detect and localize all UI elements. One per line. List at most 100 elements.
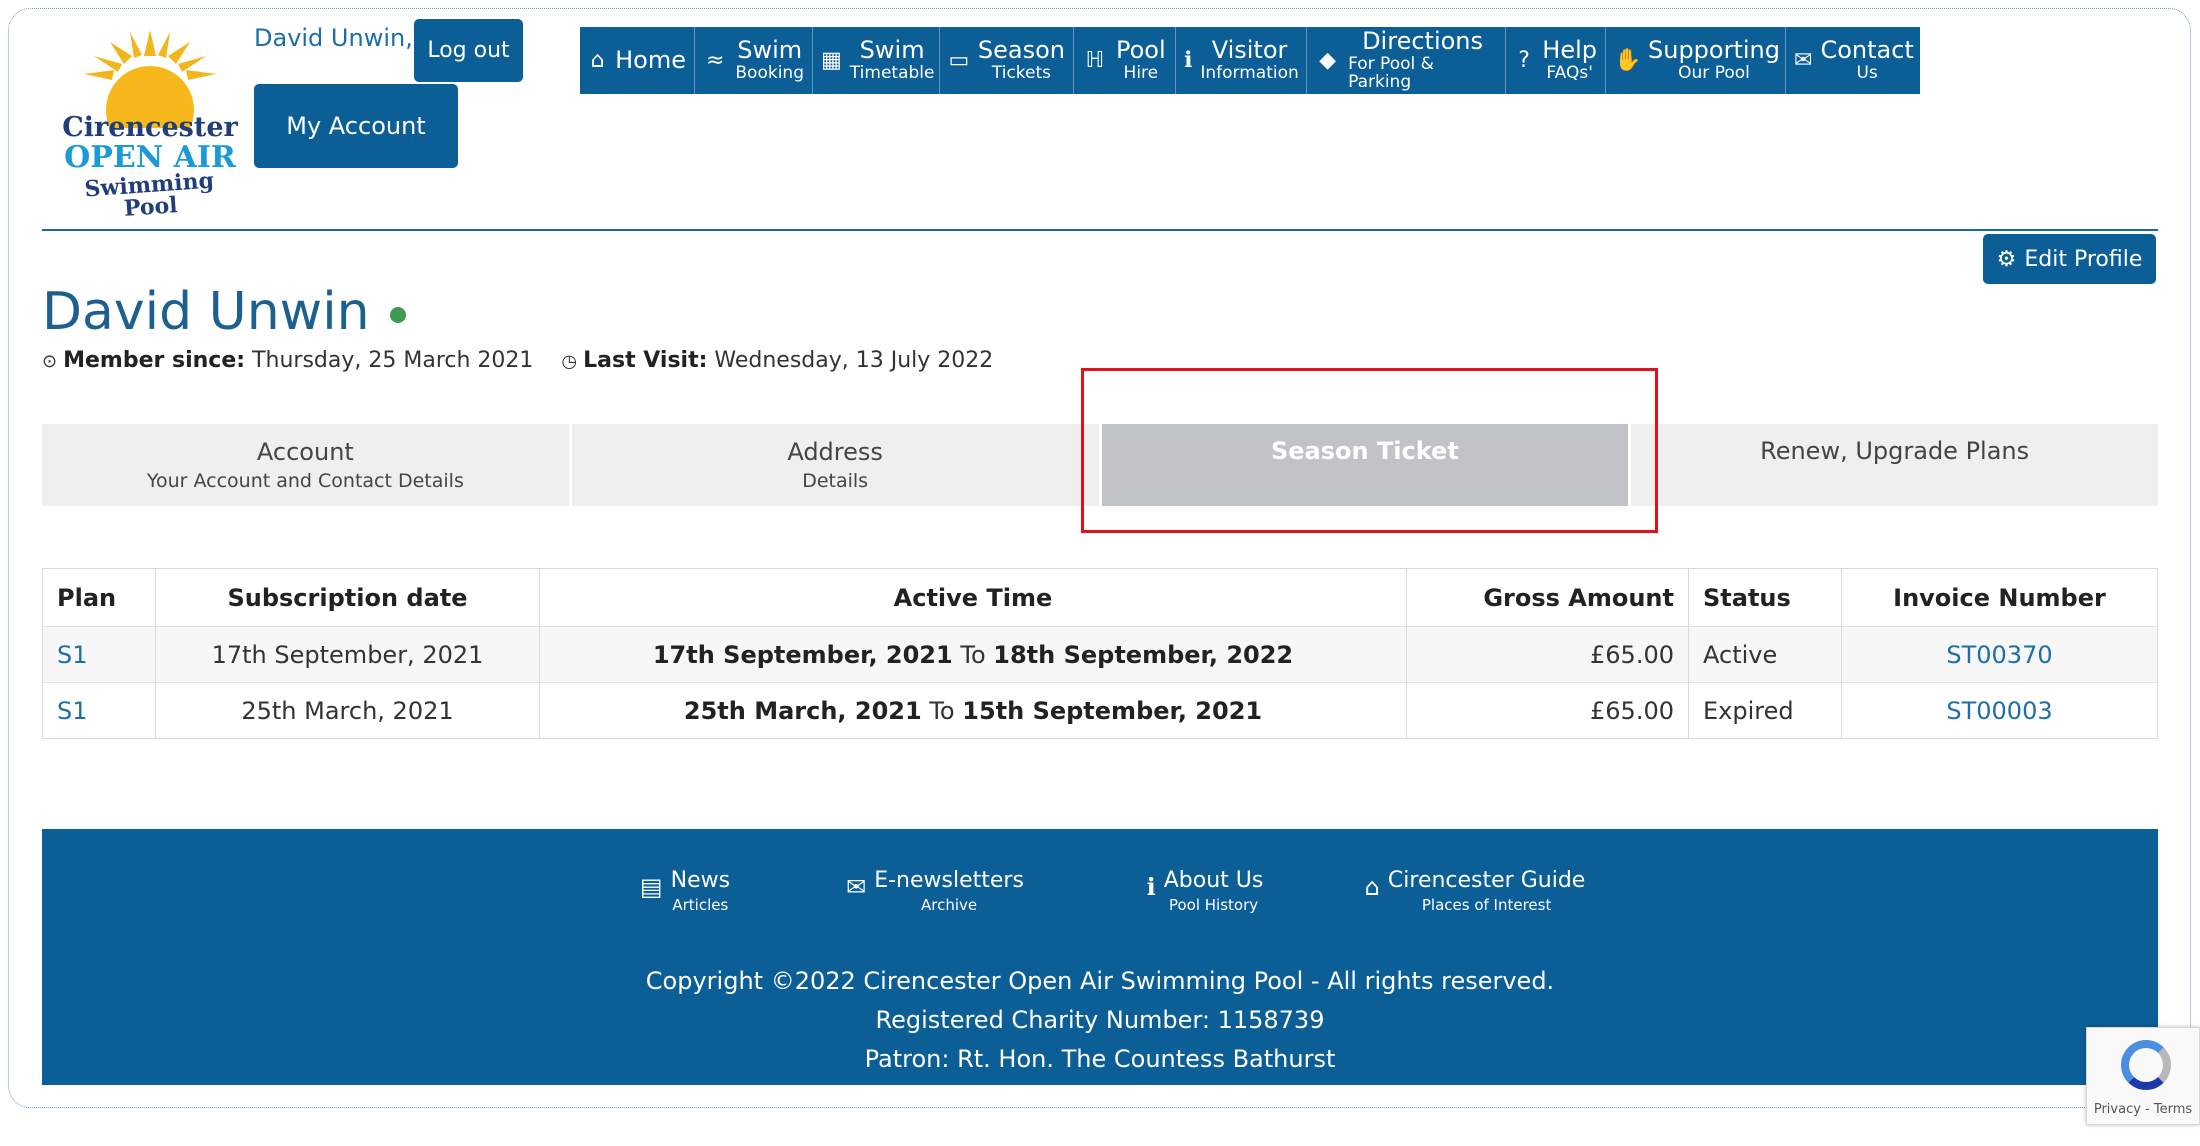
recaptcha-badge[interactable]: Privacy - Terms	[2086, 1027, 2200, 1125]
footer-link-sublabel: Archive	[920, 896, 978, 915]
profile-name-heading: David Unwin	[42, 282, 406, 342]
swimmer-icon: ≈	[705, 47, 725, 73]
nav-label: Supporting	[1648, 35, 1780, 64]
nav-label: Pool	[1116, 35, 1166, 64]
header-invoice-number: Invoice Number	[1893, 583, 2106, 612]
header-plan: Plan	[42, 568, 156, 627]
check-circle-icon: ⊙	[42, 351, 58, 372]
profile-meta: ⊙ Member since: Thursday, 25 March 2021 ◷…	[42, 348, 993, 373]
newspaper-icon: ▤	[639, 873, 663, 901]
active-to: 15th September, 2021	[962, 696, 1263, 725]
active-from: 25th March, 2021	[683, 696, 922, 725]
footer-link-sublabel: Articles	[672, 896, 729, 915]
footer-link-cirencester-guide[interactable]: ⌂ Cirencester Guide Places of Interest	[1330, 868, 1620, 915]
footer-link-news[interactable]: ▤ News Articles	[580, 868, 790, 915]
nav-sublabel: Booking	[735, 63, 804, 84]
tab-title: Renew, Upgrade Plans	[1760, 437, 2030, 465]
nav-pool-hire[interactable]: ℍ Pool Hire	[1074, 27, 1176, 94]
my-account-button[interactable]: My Account	[254, 84, 458, 168]
tab-title: Address	[787, 438, 883, 466]
envelope-icon: ✉	[1794, 47, 1813, 73]
profile-name: David Unwin	[42, 282, 370, 342]
nav-sublabel: For Pool & Parking	[1348, 54, 1434, 93]
active-time: 25th March, 2021 To 15th September, 2021	[539, 682, 1407, 739]
footer-link-sublabel: Pool History	[1168, 896, 1259, 915]
nav-label: Help	[1542, 35, 1597, 64]
status: Active	[1688, 626, 1842, 683]
online-status-icon	[389, 307, 406, 323]
member-since-label: Member since:	[63, 348, 246, 373]
tab-subtitle: Details	[802, 470, 869, 492]
edit-profile-button[interactable]: ⚙ Edit Profile	[1983, 234, 2156, 284]
info-icon: ℹ	[1146, 873, 1156, 901]
tab-renew-upgrade[interactable]: Renew, Upgrade Plans	[1631, 424, 2158, 506]
subscription-date: 25th March, 2021	[155, 682, 540, 739]
table-row: S1 25th March, 2021 25th March, 2021 To …	[42, 682, 2158, 739]
pool-ladder-icon: ℍ	[1085, 47, 1105, 73]
table-header-row: Plan Subscription date Active Time Gross…	[42, 568, 2158, 627]
mail-archive-icon: ✉	[846, 873, 867, 901]
member-since: ⊙ Member since: Thursday, 25 March 2021	[42, 348, 533, 373]
header-active-time: Active Time	[539, 568, 1407, 627]
nav-contact[interactable]: ✉ Contact Us	[1786, 27, 1920, 94]
tab-address[interactable]: Address Details	[571, 424, 1102, 506]
clock-icon: ◷	[561, 351, 578, 372]
nav-sublabel: Hire	[1123, 63, 1159, 84]
invoice-link[interactable]: ST00003	[1946, 697, 2052, 725]
direction-sign-icon: ◆	[1319, 47, 1336, 73]
logo-line1: Cirencester	[62, 112, 238, 143]
last-visit: ◷ Last Visit: Wednesday, 13 July 2022	[561, 348, 993, 373]
active-to-word: To	[960, 640, 986, 669]
nav-swim-booking[interactable]: ≈ Swim Booking	[695, 27, 813, 94]
nav-season-tickets[interactable]: ▭ Season Tickets	[940, 27, 1074, 94]
nav-label: Visitor	[1211, 35, 1288, 64]
pool-logo[interactable]: Cirencester OPEN AIR Swimming Pool	[60, 28, 240, 222]
footer-links: ▤ News Articles ✉ E-newsletters Archive ℹ …	[42, 868, 2158, 915]
subscription-date: 17th September, 2021	[155, 626, 540, 683]
footer-link-enewsletters[interactable]: ✉ E-newsletters Archive	[790, 868, 1080, 915]
nav-swim-timetable[interactable]: ▦ Swim Timetable	[813, 27, 940, 94]
footer-link-about-us[interactable]: ℹ About Us Pool History	[1080, 868, 1330, 915]
nav-visitor-information[interactable]: ℹ Visitor Information	[1176, 27, 1307, 94]
nav-label: Home	[615, 45, 686, 74]
nav-label: Directions	[1362, 27, 1484, 56]
gear-icon: ⚙	[1996, 246, 2017, 272]
tab-title: Account	[256, 438, 354, 466]
table-row: S1 17th September, 2021 17th September, …	[42, 626, 2158, 683]
header-divider	[42, 229, 2158, 231]
nav-sublabel: FAQs'	[1546, 63, 1593, 84]
logout-button[interactable]: Log out	[414, 19, 523, 82]
invoice-link[interactable]: ST00370	[1946, 641, 2052, 669]
footer-link-label: Cirencester Guide	[1387, 868, 1586, 893]
nav-label: Swim	[737, 35, 803, 64]
home-icon: ⌂	[590, 47, 605, 73]
question-icon: ?	[1518, 47, 1530, 73]
landmark-icon: ⌂	[1364, 873, 1380, 901]
nav-directions[interactable]: ◆ Directions For Pool & Parking	[1307, 27, 1506, 94]
charity-number: Registered Charity Number: 1158739	[875, 1006, 1325, 1034]
nav-supporting[interactable]: ✋ Supporting Our Pool	[1606, 27, 1786, 94]
subscription-table: Plan Subscription date Active Time Gross…	[42, 568, 2158, 739]
nav-sublabel: Tickets	[991, 63, 1052, 84]
last-visit-label: Last Visit:	[583, 348, 708, 373]
edit-profile-label: Edit Profile	[2024, 246, 2143, 272]
recaptcha-privacy-terms[interactable]: Privacy - Terms	[2087, 1102, 2199, 1117]
nav-label: Season	[977, 35, 1065, 64]
header-gross-amount: Gross Amount	[1406, 568, 1689, 627]
member-since-value: Thursday, 25 March 2021	[252, 348, 534, 373]
gross-amount: £65.00	[1406, 626, 1689, 683]
plan-link[interactable]: S1	[57, 697, 88, 725]
user-greeting[interactable]: David Unwin,	[254, 24, 413, 52]
nav-sublabel: Timetable	[849, 63, 935, 84]
handshake-icon: ✋	[1614, 47, 1642, 73]
tab-account[interactable]: Account Your Account and Contact Details	[42, 424, 572, 506]
plan-link[interactable]: S1	[57, 641, 88, 669]
footer-link-sublabel: Places of Interest	[1421, 896, 1552, 915]
site-footer: ▤ News Articles ✉ E-newsletters Archive ℹ …	[42, 829, 2158, 1085]
header-subscription-date: Subscription date	[155, 568, 540, 627]
nav-home[interactable]: ⌂ Home	[580, 27, 695, 94]
nav-help[interactable]: ? Help FAQs'	[1506, 27, 1606, 94]
active-time: 17th September, 2021 To 18th September, …	[539, 626, 1407, 683]
active-to-word: To	[929, 696, 955, 725]
nav-label: Contact	[1820, 35, 1914, 64]
